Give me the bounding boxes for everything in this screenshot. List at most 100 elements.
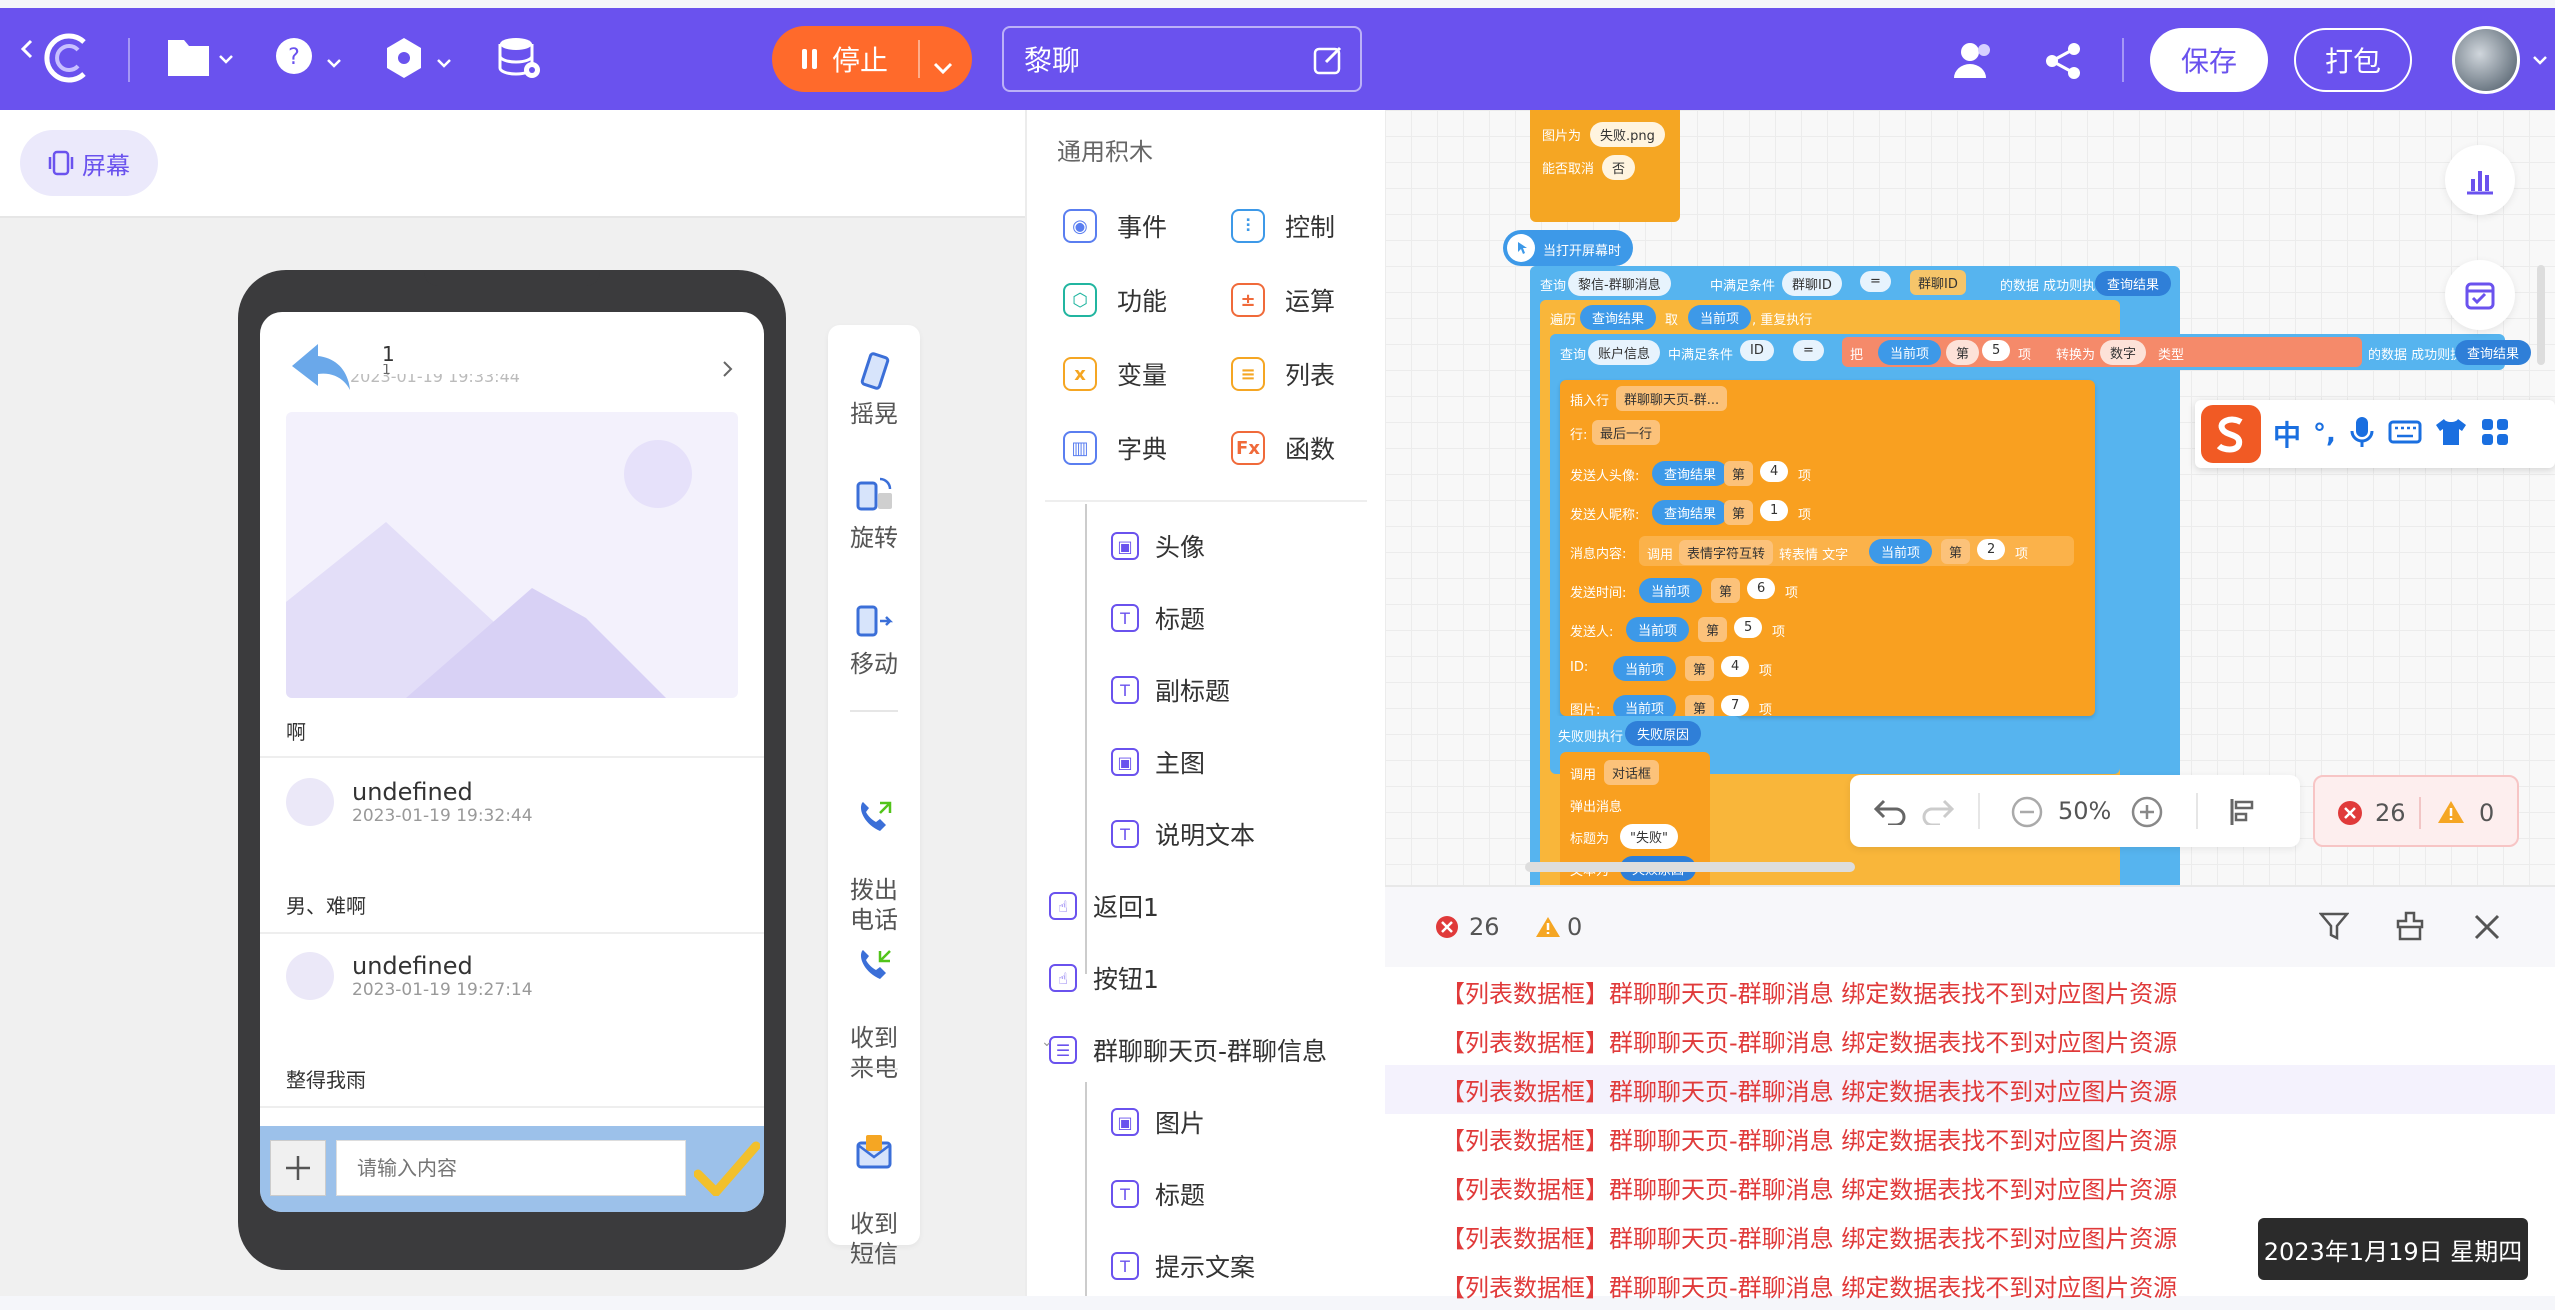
target-select[interactable]: 对话框 <box>1604 760 1660 785</box>
app-logo-icon[interactable] <box>38 28 98 88</box>
tree-item[interactable]: T 副标题 <box>1111 672 1230 708</box>
tree-item[interactable]: ▣ 图片 <box>1111 1104 1205 1140</box>
collaborators-icon[interactable] <box>1952 40 1996 80</box>
filter-icon[interactable] <box>2318 911 2350 947</box>
tree-item[interactable]: ▣ 头像 <box>1111 528 1205 564</box>
source-var[interactable]: 当前项 <box>1869 539 1933 564</box>
source-var[interactable]: 查询结果 <box>1652 461 1729 486</box>
sogou-logo-icon[interactable] <box>2201 405 2261 463</box>
category-function[interactable]: ⬡ 功能 <box>1063 282 1167 318</box>
table-select[interactable]: 黎信-群聊消息 <box>1568 271 1671 296</box>
back-chevron-icon[interactable] <box>20 38 34 60</box>
block-value[interactable]: 失败.png <box>1590 122 1665 147</box>
save-button[interactable]: 保存 <box>2150 28 2268 92</box>
ime-punct[interactable]: °, <box>2313 419 2336 449</box>
align-icon[interactable] <box>2228 797 2258 833</box>
tree-item[interactable]: T 提示文案 <box>1111 1248 1255 1284</box>
tree-item[interactable]: ▣ 主图 <box>1111 744 1205 780</box>
error-row[interactable]: 【列表数据框】群聊聊天页-群聊消息 绑定数据表找不到对应图片资源 <box>1385 1163 2555 1212</box>
op-select[interactable]: = <box>1793 340 1824 361</box>
warning-count[interactable]: 0 <box>1567 913 1582 941</box>
grid-menu-icon[interactable] <box>2480 417 2510 451</box>
type-select[interactable]: 数字 <box>2100 340 2147 365</box>
zoom-in-icon[interactable] <box>2130 795 2164 835</box>
folder-menu-icon[interactable] <box>164 34 234 82</box>
avatar-chevron-icon[interactable] <box>2532 54 2548 66</box>
convert-block[interactable]: 把 当前项 第 5 项 转换为 数字 类型 <box>1842 337 2362 367</box>
block-workspace[interactable]: 图片为 失败.png 能否取消 否 当打开屏幕时 查询 黎信-群聊消息 中满足条… <box>1385 110 2555 885</box>
block-value[interactable]: 否 <box>1602 155 1636 180</box>
edit-icon[interactable] <box>1312 44 1344 83</box>
keyboard-icon[interactable] <box>2388 418 2422 450</box>
category-event[interactable]: ◉ 事件 <box>1063 208 1167 244</box>
undo-icon[interactable] <box>1873 797 1906 831</box>
help-menu-icon[interactable]: ? <box>272 34 342 82</box>
chevron-down-icon[interactable]: ⌄ <box>1041 1034 1053 1050</box>
nth-select[interactable]: 第 <box>1724 500 1754 525</box>
project-name-field[interactable]: 黎聊 <box>1002 26 1362 92</box>
category-fx[interactable]: Fx 函数 <box>1231 430 1335 466</box>
source-var[interactable]: 当前项 <box>1613 656 1677 681</box>
ime-lang[interactable]: 中 <box>2273 414 2301 454</box>
sensor-call-in[interactable]: 收到 来电 <box>828 915 920 1083</box>
field-select[interactable]: ID <box>1740 340 1774 361</box>
close-icon[interactable] <box>2473 913 2501 947</box>
index-input[interactable]: 6 <box>1747 578 1776 599</box>
tree-item[interactable]: ⌄ ☰ 群聊聊天页-群聊信息 <box>1041 1032 1327 1068</box>
nth-select[interactable]: 第 <box>1946 340 1980 365</box>
index-input[interactable]: 2 <box>1977 539 2006 560</box>
database-icon[interactable] <box>496 34 544 82</box>
category-list[interactable]: ≡ 列表 <box>1231 356 1335 392</box>
back-arrow-icon[interactable] <box>288 340 354 398</box>
category-math[interactable]: ± 运算 <box>1231 282 1335 318</box>
tree-item[interactable]: T 说明文本 <box>1111 816 1255 852</box>
code-block-insert-row[interactable]: 插入行 群聊聊天页-群... 行: 最后一行 发送人头像: 查询结果第 4 项发送人昵… <box>1560 380 2095 720</box>
list-item[interactable]: undefined 2023-01-19 19:32:44 男、难啊 <box>260 758 764 932</box>
add-button[interactable] <box>270 1140 326 1196</box>
table-select[interactable]: 账户信息 <box>1588 340 1661 365</box>
category-variable[interactable]: x 变量 <box>1063 356 1167 392</box>
mic-icon[interactable] <box>2348 415 2376 453</box>
index-input[interactable]: 5 <box>1734 617 1763 638</box>
share-icon[interactable] <box>2044 42 2082 80</box>
index-input[interactable]: 5 <box>1982 340 2011 361</box>
zoom-out-icon[interactable] <box>2010 795 2044 835</box>
error-count-badge[interactable]: 26 0 <box>2313 775 2519 847</box>
call-block[interactable]: 调用 表情字符互转 转表情 文字 <box>1639 536 2074 566</box>
index-input[interactable]: 4 <box>1760 461 1789 482</box>
plugin-menu-icon[interactable] <box>382 34 452 82</box>
row-select[interactable]: 最后一行 <box>1592 420 1661 445</box>
index-input[interactable]: 4 <box>1721 656 1750 677</box>
category-control[interactable]: ⫶ 控制 <box>1231 208 1335 244</box>
item-var[interactable]: 当前项 <box>1878 340 1942 365</box>
block-store-button[interactable] <box>2445 260 2515 330</box>
sensor-rotate[interactable]: 旋转 <box>828 475 920 553</box>
result-var[interactable]: 查询结果 <box>2095 271 2172 296</box>
source-var[interactable]: 查询结果 <box>1652 500 1729 525</box>
nth-select[interactable]: 第 <box>1711 578 1741 603</box>
event-hat-block[interactable]: 当打开屏幕时 <box>1503 230 1633 266</box>
nth-select[interactable]: 第 <box>1698 617 1728 642</box>
stop-button[interactable]: 停止 <box>772 26 972 92</box>
sensor-call-out[interactable]: 拨出 电话 <box>828 767 920 935</box>
nth-select[interactable]: 第 <box>1724 461 1754 486</box>
error-count[interactable]: 26 <box>1469 913 1500 941</box>
package-button[interactable]: 打包 <box>2294 28 2412 92</box>
tree-item[interactable]: ☝ 返回1 <box>1049 888 1159 924</box>
fn-select[interactable]: 表情字符互转 <box>1679 540 1774 565</box>
op-select[interactable]: = <box>1860 271 1891 292</box>
screen-tab[interactable]: 屏幕 <box>20 130 158 196</box>
index-input[interactable]: 7 <box>1721 695 1750 716</box>
nth-select[interactable]: 第 <box>1941 539 1971 564</box>
source-var[interactable]: 当前项 <box>1626 617 1690 642</box>
code-block-fail[interactable]: 失败则执行 失败原因 <box>1550 716 1740 752</box>
chevron-right-icon[interactable] <box>722 360 734 382</box>
list-item[interactable]: undefined 2023-01-19 19:27:14 整得我雨 <box>260 934 764 1108</box>
clear-icon[interactable] <box>2395 911 2425 947</box>
redo-icon[interactable] <box>1922 797 1955 831</box>
vertical-scrollbar[interactable] <box>2537 265 2545 365</box>
error-row[interactable]: 【列表数据框】群聊聊天页-群聊消息 绑定数据表找不到对应图片资源 <box>1385 1114 2555 1163</box>
code-block-dialog-top[interactable]: 图片为 失败.png 能否取消 否 <box>1530 110 1680 222</box>
horizontal-scrollbar[interactable] <box>1525 862 1855 872</box>
target-select[interactable]: 群聊聊天页-群... <box>1616 386 1728 411</box>
